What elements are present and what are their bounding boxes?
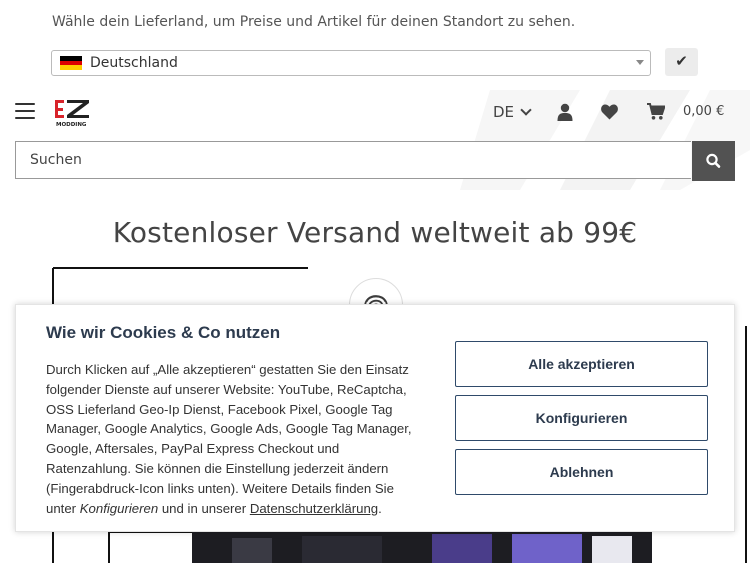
chevron-down-icon <box>520 104 532 116</box>
privacy-policy-link[interactable]: Datenschutzerklärung <box>250 501 378 516</box>
cookie-text-part: und in unserer <box>158 500 250 516</box>
user-icon[interactable] <box>557 103 573 121</box>
cookie-text-part: . <box>378 500 382 516</box>
menu-icon[interactable] <box>15 103 35 121</box>
selected-country: Deutschland <box>90 55 178 71</box>
search-field[interactable] <box>15 141 691 179</box>
cookie-title: Wie wir Cookies & Co nutzen <box>46 323 281 342</box>
country-select[interactable]: Deutschland <box>51 50 651 76</box>
chevron-down-icon <box>636 60 644 65</box>
configure-button[interactable]: Konfigurieren <box>455 395 708 441</box>
ez-modding-logo[interactable]: MODDING <box>55 98 93 128</box>
confirm-country-button[interactable]: ✔ <box>665 48 698 76</box>
search-input[interactable] <box>16 142 670 178</box>
search-icon <box>706 153 721 168</box>
country-message: Wähle dein Lieferland, um Preise und Art… <box>52 14 576 30</box>
cookie-description: Durch Klicken auf „Alle akzeptieren“ ges… <box>46 360 426 518</box>
language-label: DE <box>493 103 515 121</box>
language-selector[interactable]: DE <box>493 103 532 121</box>
cookie-text-part: Durch Klicken auf „Alle akzeptieren“ ges… <box>46 362 412 516</box>
cart-icon[interactable] <box>647 103 665 120</box>
search-button[interactable] <box>692 141 735 181</box>
configure-reference: Konfigurieren <box>79 500 159 516</box>
heart-icon[interactable] <box>601 104 618 120</box>
shipping-promo-headline: Kostenloser Versand weltweit ab 99€ <box>112 216 638 249</box>
decline-button[interactable]: Ablehnen <box>455 449 708 495</box>
accept-all-button[interactable]: Alle akzeptieren <box>455 341 708 387</box>
cart-total[interactable]: 0,00 € <box>683 104 724 119</box>
logo-subtext: MODDING <box>56 122 87 128</box>
cookie-consent-dialog: Wie wir Cookies & Co nutzen Durch Klicke… <box>15 304 735 532</box>
germany-flag-icon <box>60 56 82 71</box>
